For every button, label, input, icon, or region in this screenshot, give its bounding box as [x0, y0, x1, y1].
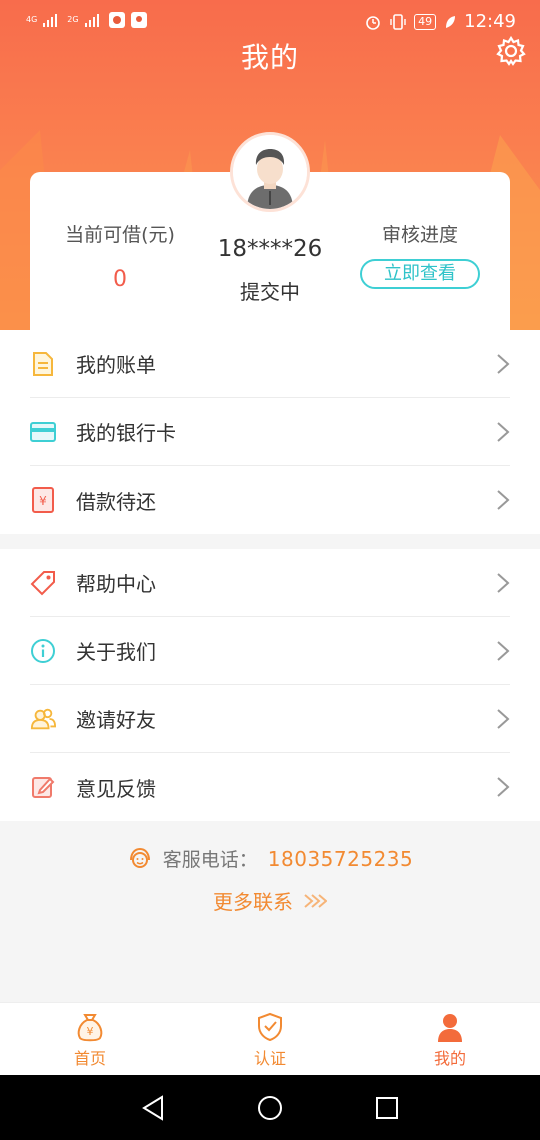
person-icon: [438, 1014, 462, 1042]
svg-text:¥: ¥: [39, 494, 47, 508]
shield-check-icon: [258, 1012, 282, 1042]
service-phone-line[interactable]: 客服电话： 18035725235: [0, 845, 540, 872]
tab-mine[interactable]: 我的: [360, 1003, 540, 1075]
tab-label: 我的: [433, 1049, 466, 1068]
avatar[interactable]: [230, 132, 310, 212]
double-chevron-right-icon: [304, 893, 327, 908]
review-column: 审核进度 立即查看: [330, 220, 510, 289]
recent-apps-icon[interactable]: [374, 1095, 400, 1121]
menu-item-feedback[interactable]: 意见反馈: [30, 753, 510, 821]
app-notification-icon-2: [130, 12, 147, 28]
menu-item-help[interactable]: 帮助中心: [30, 549, 510, 617]
money-bag-icon: ¥: [77, 1014, 103, 1042]
menu-item-about[interactable]: 关于我们: [30, 617, 510, 685]
network-indicator-2: 2G: [67, 15, 79, 24]
app-notification-icon: [108, 12, 125, 28]
page-title: 我的: [240, 41, 299, 74]
menu-item-label: 帮助中心: [76, 572, 156, 596]
signal-icon: [43, 14, 58, 27]
menu-item-invite[interactable]: 邀请好友: [30, 685, 510, 753]
menu-item-label: 我的账单: [76, 353, 156, 377]
friends-icon: [30, 706, 56, 732]
menu-item-bank-card[interactable]: 我的银行卡: [30, 398, 510, 466]
service-phone-number[interactable]: 18035725235: [268, 847, 413, 871]
repay-icon: ¥: [30, 487, 56, 513]
svg-text:¥: ¥: [87, 1025, 94, 1038]
network-indicator: 4G: [26, 15, 38, 24]
alarm-icon: [366, 15, 380, 30]
chevron-right-icon: [497, 353, 510, 374]
chevron-right-icon: [497, 421, 510, 442]
info-icon: [30, 638, 56, 664]
tab-verify[interactable]: 认证: [180, 1003, 360, 1075]
battery-indicator: 49: [414, 13, 437, 30]
clock: 12:49: [464, 11, 516, 32]
menu-group-other: 帮助中心 关于我们 邀请好友 意见反馈: [0, 549, 540, 821]
menu-item-label: 邀请好友: [76, 708, 156, 732]
user-avatar-icon: [233, 135, 307, 209]
more-contact-label: 更多联系: [213, 890, 293, 914]
chevron-right-icon: [497, 640, 510, 661]
bill-icon: [30, 351, 56, 377]
chevron-right-icon: [497, 490, 510, 510]
gear-icon: [496, 35, 526, 66]
customer-service: 客服电话： 18035725235 更多联系: [0, 845, 540, 915]
menu-item-bill[interactable]: 我的账单: [30, 330, 510, 398]
system-nav-bar: [0, 1075, 540, 1140]
menu-item-repay[interactable]: ¥ 借款待还: [30, 466, 510, 534]
edit-icon: [30, 774, 56, 800]
menu-item-label: 借款待还: [76, 489, 156, 514]
tab-label: 认证: [253, 1049, 286, 1068]
vibrate-icon: [390, 13, 406, 30]
service-phone-label: 客服电话：: [162, 849, 258, 871]
more-contact-link[interactable]: 更多联系: [0, 886, 540, 915]
headset-icon: [129, 847, 150, 868]
chevron-right-icon: [497, 777, 510, 797]
menu-item-label: 我的银行卡: [76, 421, 176, 445]
menu-item-label: 意见反馈: [76, 776, 156, 801]
review-label: 审核进度: [381, 224, 458, 246]
menu-group-account: 我的账单 我的银行卡 ¥ 借款待还: [0, 330, 540, 534]
tab-label: 首页: [73, 1049, 106, 1068]
view-progress-button[interactable]: 立即查看: [360, 259, 480, 289]
chevron-right-icon: [497, 572, 510, 593]
settings-button[interactable]: [496, 35, 526, 66]
leaf-icon: [446, 15, 456, 28]
back-icon[interactable]: [140, 1094, 166, 1122]
tag-icon: [30, 570, 56, 596]
home-icon[interactable]: [256, 1094, 284, 1122]
bottom-tab-bar: ¥ 首页 认证 我的: [0, 1002, 540, 1075]
status-right: 49 12:49: [364, 11, 516, 32]
bank-card-icon: [30, 419, 56, 445]
menu-item-label: 关于我们: [76, 640, 156, 664]
chevron-right-icon: [497, 708, 510, 729]
status-left: 4G 2G: [26, 12, 147, 28]
signal-icon-2: [84, 14, 99, 27]
tab-home[interactable]: ¥ 首页: [0, 1003, 180, 1075]
